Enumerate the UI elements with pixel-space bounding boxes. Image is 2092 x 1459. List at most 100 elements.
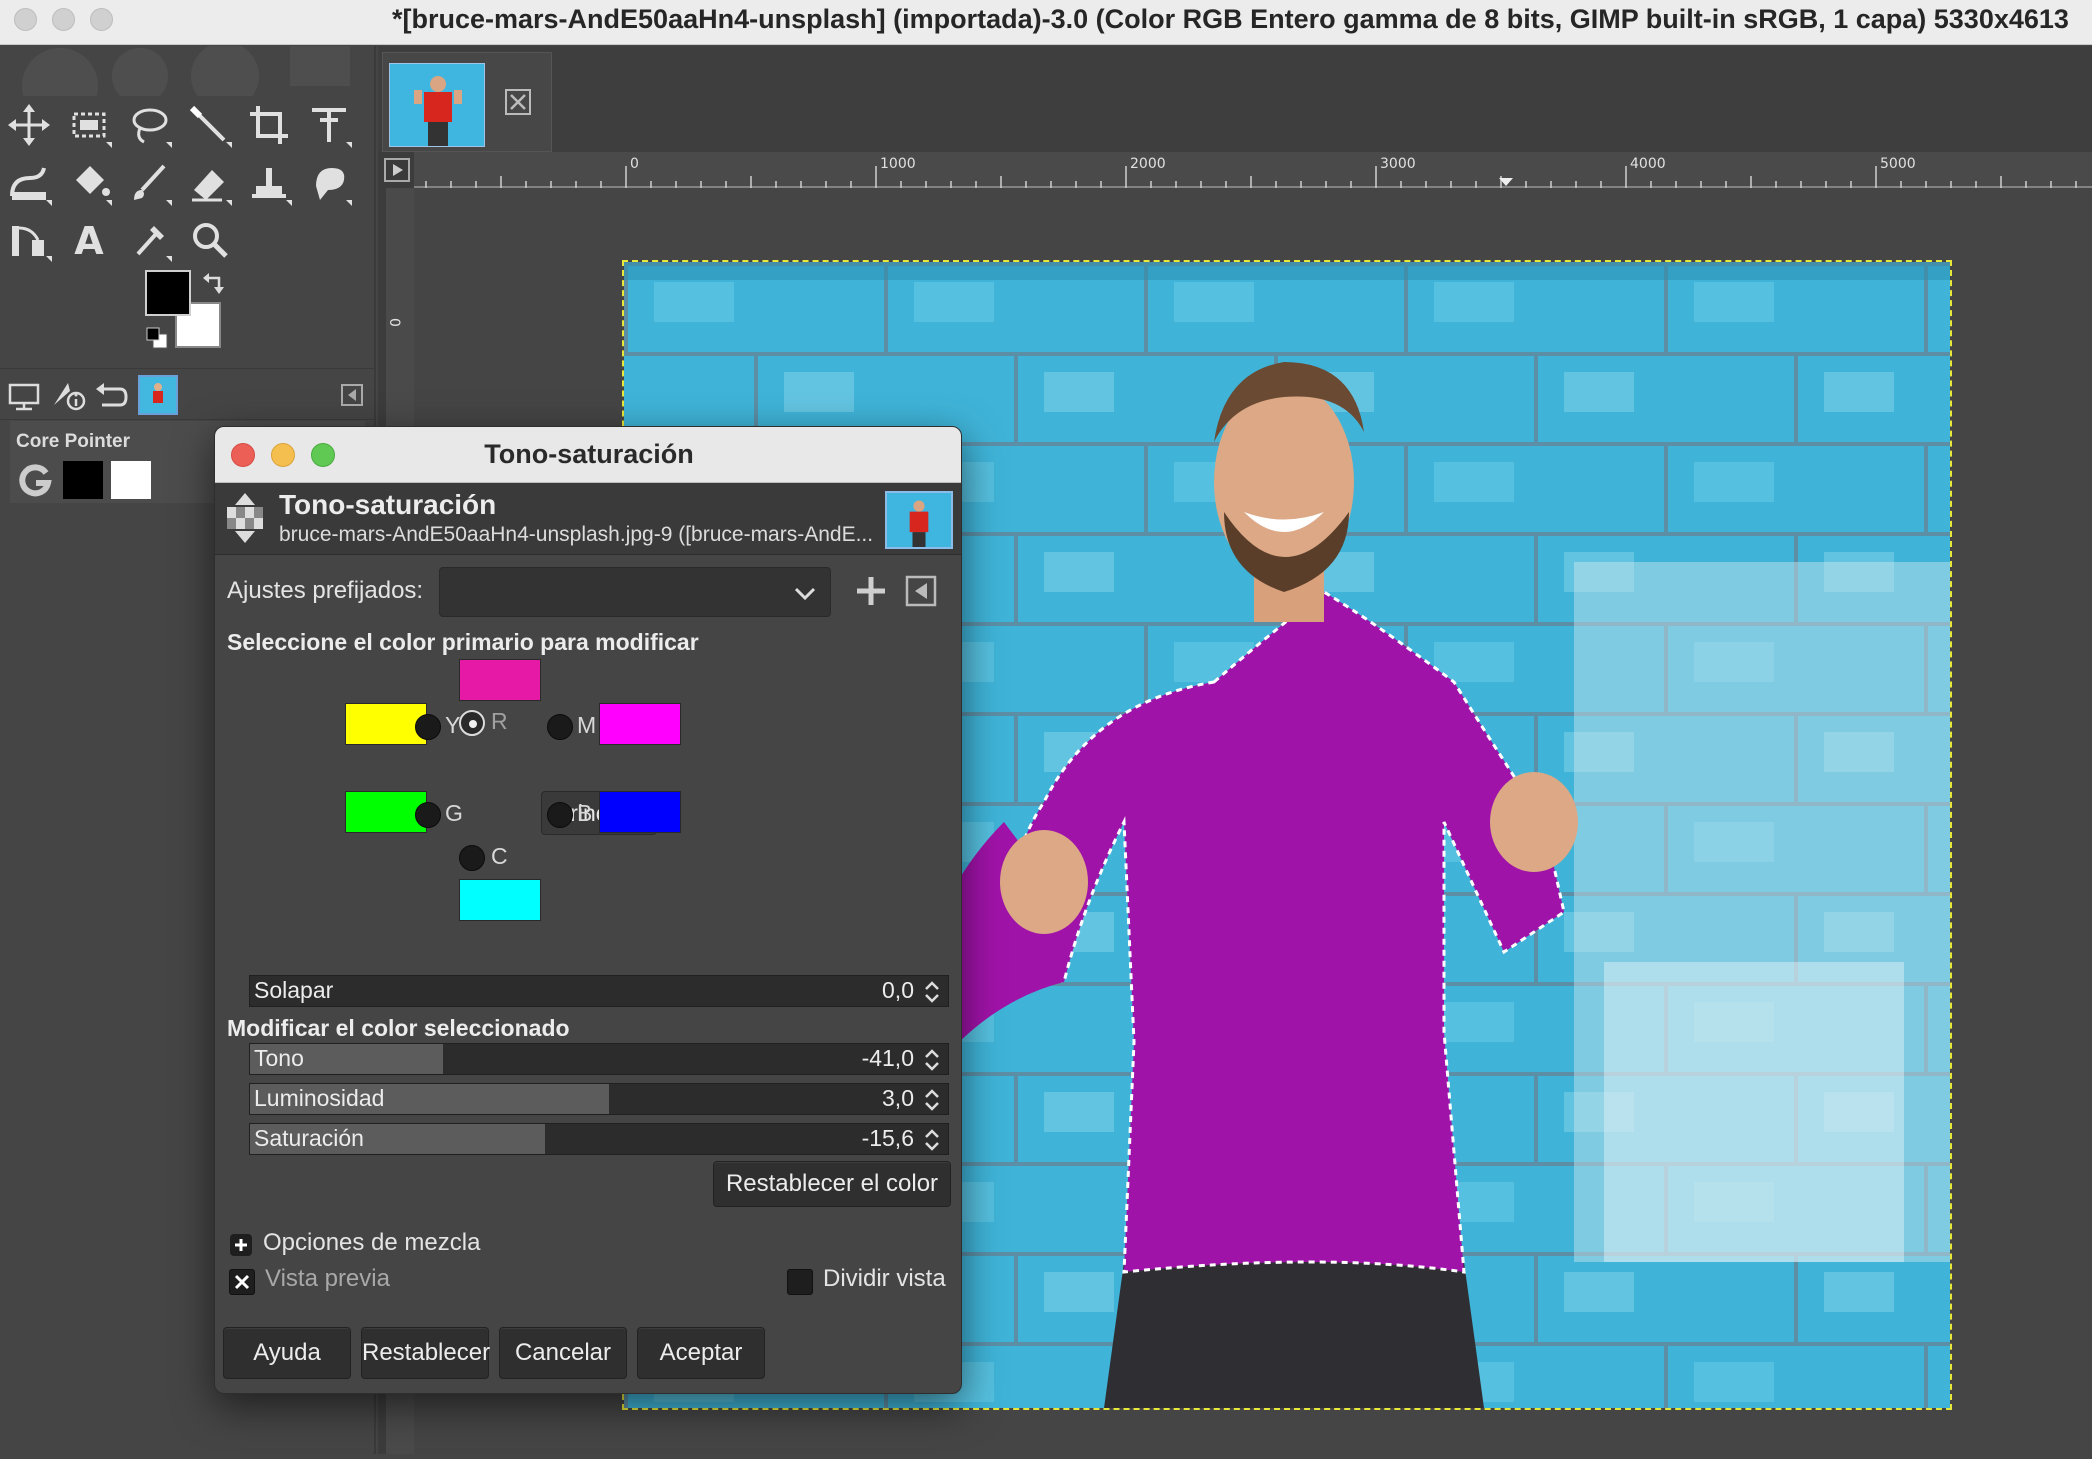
magenta-radio-label: M — [577, 712, 597, 738]
hue-slider[interactable]: Tono -41,0 — [249, 1043, 949, 1075]
ruler-label: 3000 — [1380, 156, 1416, 172]
lightness-value: 3,0 — [882, 1085, 914, 1111]
swap-colors-icon[interactable] — [201, 270, 227, 296]
lasso-tool-icon[interactable] — [122, 98, 176, 152]
preview-label: Vista previa — [265, 1265, 390, 1292]
gradient-icon — [19, 464, 52, 497]
dialog-titlebar: Tono-saturación — [215, 427, 961, 483]
modify-color-label: Modificar el color seleccionado — [227, 1015, 570, 1041]
overlap-slider[interactable]: Solapar 0,0 — [249, 975, 949, 1007]
device-status-tab-icon[interactable] — [48, 375, 88, 415]
red-radio-label: R — [491, 708, 508, 734]
vertical-ruler-label: 0 — [386, 318, 402, 327]
device-status-label: Core Pointer — [16, 431, 131, 452]
foreground-color-swatch[interactable] — [145, 270, 191, 316]
ruler-label: 1000 — [880, 156, 916, 172]
split-view-checkbox[interactable] — [787, 1269, 813, 1295]
paintbrush-tool-icon[interactable] — [122, 156, 176, 210]
lightness-label: Luminosidad — [254, 1085, 385, 1111]
zoom-tool-icon[interactable] — [182, 212, 236, 266]
rect-select-tool-icon[interactable] — [62, 98, 116, 152]
image-tab-thumbnail — [389, 63, 485, 147]
presets-label: Ajustes prefijados: — [227, 577, 424, 604]
green-radio-label: G — [445, 800, 463, 826]
lightness-slider[interactable]: Luminosidad 3,0 — [249, 1083, 949, 1115]
window-minimize-button[interactable] — [52, 8, 75, 31]
close-tab-icon[interactable] — [503, 87, 533, 117]
split-view-label: Dividir vista — [823, 1265, 946, 1292]
window-close-button[interactable] — [14, 8, 37, 31]
eraser-tool-icon[interactable] — [182, 156, 236, 210]
spin-arrows-icon[interactable] — [920, 1126, 944, 1154]
move-tool-icon[interactable] — [2, 98, 56, 152]
image-tab[interactable] — [382, 52, 552, 152]
blue-swatch — [599, 791, 681, 833]
select-primary-label: Seleccione el color primario para modifi… — [227, 629, 699, 655]
overlap-value: 0,0 — [882, 977, 914, 1003]
hue-label: Tono — [254, 1045, 304, 1071]
undo-history-tab-icon[interactable] — [92, 375, 132, 415]
dock-tabs — [0, 368, 376, 420]
ruler-label: 2000 — [1130, 156, 1166, 172]
chevron-down-icon — [794, 587, 816, 601]
bucket-fill-tool-icon[interactable] — [62, 156, 116, 210]
window-titlebar: *[bruce-mars-AndE50aaHn4-unsplash] (impo… — [0, 0, 2092, 45]
add-preset-icon[interactable] — [851, 571, 891, 611]
default-colors-icon[interactable] — [145, 326, 169, 350]
blue-radio[interactable] — [547, 802, 573, 828]
dock-menu-icon[interactable] — [340, 383, 364, 407]
smudge-tool-icon[interactable] — [302, 156, 356, 210]
yellow-radio-label: Y — [445, 712, 461, 738]
color-picker-tool-icon[interactable] — [122, 212, 176, 266]
saturation-slider[interactable]: Saturación -15,6 — [249, 1123, 949, 1155]
cyan-radio-label: C — [491, 843, 508, 869]
dialog-image-thumbnail — [885, 491, 953, 549]
spin-arrows-icon[interactable] — [920, 1046, 944, 1074]
ruler-bar: 0 1000 2000 3000 4000 5000 — [378, 152, 2092, 188]
magenta-radio[interactable] — [547, 714, 573, 740]
crop-tool-icon[interactable] — [242, 98, 296, 152]
red-radio[interactable] — [459, 710, 485, 736]
dialog-header: Tono-saturación bruce-mars-AndE50aaHn4-u… — [215, 483, 961, 555]
text-tool-icon[interactable]: A — [62, 212, 116, 266]
dialog-header-subtitle: bruce-mars-AndE50aaHn4-unsplash.jpg-9 ([… — [279, 523, 874, 546]
expand-icon[interactable] — [229, 1233, 253, 1257]
overlap-label: Solapar — [254, 977, 334, 1003]
window-title: *[bruce-mars-AndE50aaHn4-unsplash] (impo… — [392, 4, 2069, 34]
navigate-menu-icon[interactable] — [384, 158, 410, 182]
spin-arrows-icon[interactable] — [920, 978, 944, 1006]
green-radio[interactable] — [415, 802, 441, 828]
yellow-radio[interactable] — [415, 714, 441, 740]
transform-tool-icon[interactable] — [302, 98, 356, 152]
device-foreground-swatch — [63, 461, 103, 499]
image-tabs — [378, 46, 2092, 152]
cyan-swatch — [459, 879, 541, 921]
cancel-button[interactable]: Cancelar — [499, 1327, 627, 1379]
hue-saturation-dialog: Tono-saturación Tono-saturación bruce-ma… — [214, 426, 962, 1394]
reset-button[interactable]: Restablecer — [361, 1327, 490, 1379]
ok-button[interactable]: Aceptar — [637, 1327, 765, 1379]
window-maximize-button[interactable] — [90, 8, 113, 31]
clone-tool-icon[interactable] — [242, 156, 296, 210]
help-button[interactable]: Ayuda — [223, 1327, 351, 1379]
paths-tool-icon[interactable] — [2, 212, 56, 266]
tool-options-tab-icon[interactable] — [4, 375, 44, 415]
presets-combo[interactable] — [439, 567, 831, 617]
presets-menu-icon[interactable] — [905, 575, 937, 607]
horizontal-ruler[interactable]: 0 1000 2000 3000 4000 5000 — [414, 152, 2092, 188]
svg-text:A: A — [74, 219, 104, 263]
fg-bg-colors — [145, 270, 235, 370]
ruler-label: 4000 — [1630, 156, 1666, 172]
spin-arrows-icon[interactable] — [920, 1086, 944, 1114]
images-tab-icon[interactable] — [138, 375, 178, 415]
blending-options-label[interactable]: Opciones de mezcla — [263, 1229, 480, 1257]
saturation-label: Saturación — [254, 1125, 364, 1151]
wilber-watermark-icon — [22, 46, 350, 96]
dialog-header-title: Tono-saturación — [279, 489, 497, 520]
cyan-radio[interactable] — [459, 845, 485, 871]
ruler-label: 5000 — [1880, 156, 1916, 172]
warp-tool-icon[interactable] — [2, 156, 56, 210]
fuzzy-select-tool-icon[interactable] — [182, 98, 236, 152]
reset-color-button[interactable]: Restablecer el color — [713, 1161, 951, 1207]
preview-checkbox[interactable] — [229, 1269, 255, 1295]
